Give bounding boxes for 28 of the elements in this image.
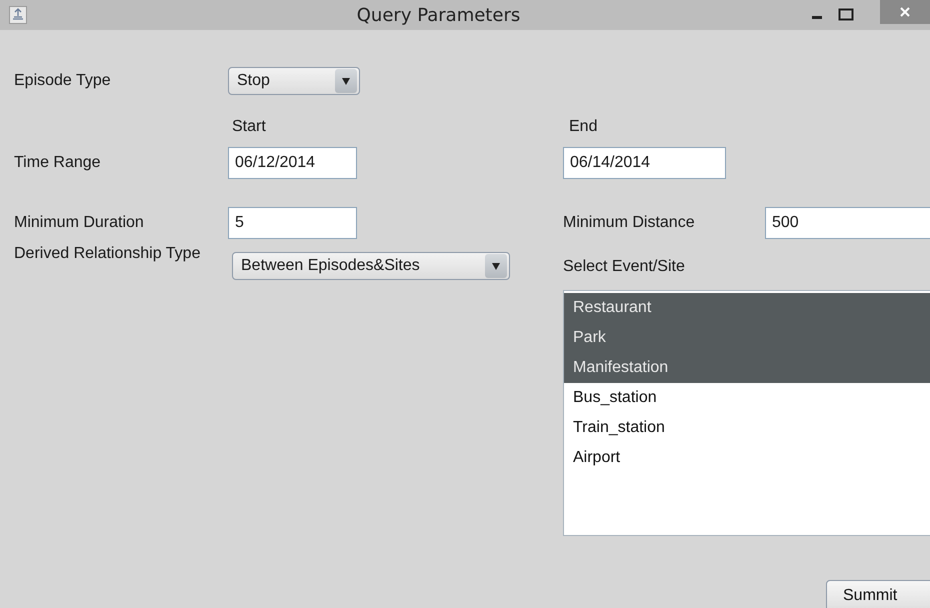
- list-item[interactable]: Airport: [564, 443, 930, 473]
- episode-type-dropdown[interactable]: Stop: [228, 67, 360, 95]
- minimum-duration-field[interactable]: 5: [228, 207, 357, 239]
- list-item[interactable]: Park: [564, 323, 930, 353]
- column-label: Start: [232, 118, 267, 136]
- start-date-field[interactable]: 06/12/2014: [228, 147, 357, 179]
- list-item[interactable]: Train_station: [564, 413, 930, 443]
- list-item[interactable]: Manifestation: [564, 353, 930, 383]
- field-label: Episode Type: [14, 72, 112, 90]
- field-label: Minimum Distance: [563, 214, 696, 232]
- field-label: Minimum Duration: [14, 214, 145, 232]
- close-icon: [900, 7, 910, 17]
- list-item[interactable]: Restaurant: [564, 293, 930, 323]
- caret-icon: [492, 262, 500, 270]
- maximize-icon[interactable]: [838, 8, 854, 22]
- app-icon: [9, 6, 27, 24]
- minimum-distance-field[interactable]: 500: [765, 207, 930, 239]
- relationship-type-dropdown[interactable]: Between Episodes&Sites: [232, 252, 510, 280]
- field-label: Time Range: [14, 154, 102, 172]
- close-button[interactable]: [880, 0, 930, 24]
- end-date-field[interactable]: 06/14/2014: [563, 147, 726, 179]
- caret-icon: [342, 78, 350, 84]
- list-item[interactable]: Bus_station: [564, 383, 930, 413]
- field-label: Select Event/Site: [563, 258, 686, 277]
- summit-button[interactable]: Summit: [826, 580, 930, 608]
- column-label: End: [569, 118, 598, 136]
- field-label: Derived Relationship Type: [14, 244, 202, 264]
- window-title: Query Parameters: [356, 4, 522, 26]
